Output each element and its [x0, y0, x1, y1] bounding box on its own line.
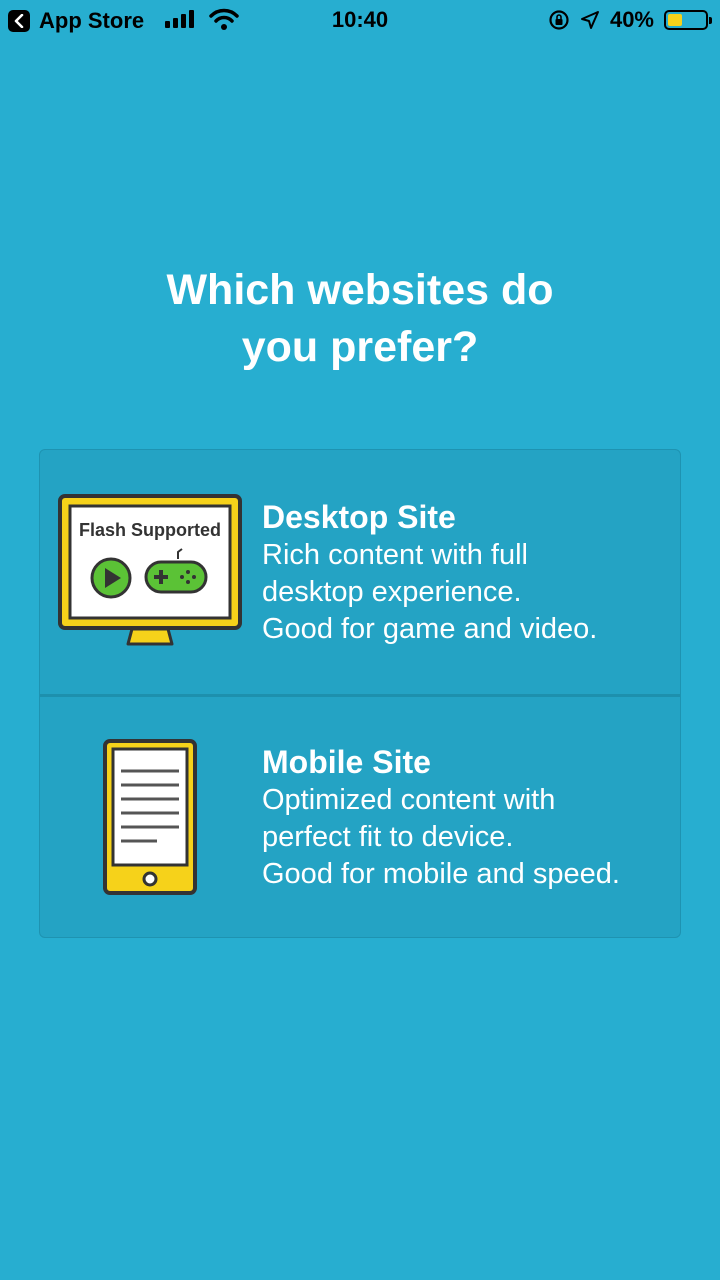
mobile-desc-line-1: Optimized content with	[262, 784, 556, 816]
mobile-desc-line-3: Good for mobile and speed.	[262, 858, 620, 890]
desktop-site-option[interactable]: Flash Supported Desktop Site Rich conten…	[40, 450, 680, 697]
mobile-phone-icon	[103, 739, 197, 895]
desktop-desc-line-3: Good for game and video.	[262, 613, 598, 645]
desktop-desc-line-1: Rich content with full	[262, 539, 528, 571]
mobile-site-option[interactable]: Mobile Site Optimized content with perfe…	[40, 694, 680, 937]
page-title: Which websites do you prefer?	[0, 262, 720, 376]
mobile-desc-line-2: perfect fit to device.	[262, 821, 514, 853]
desktop-desc-line-2: desktop experience.	[262, 576, 522, 608]
status-bar: App Store 10:40 40%	[0, 0, 720, 40]
battery-percent: 40%	[609, 7, 654, 32]
location-arrow-icon	[580, 11, 599, 29]
title-line-2: you prefer?	[241, 323, 479, 371]
desktop-monitor-icon: Flash Supported	[58, 494, 242, 646]
title-line-1: Which websites do	[166, 266, 554, 314]
mobile-site-title: Mobile Site	[262, 744, 431, 780]
battery-icon	[664, 10, 712, 30]
battery-fill	[668, 14, 682, 26]
desktop-site-title: Desktop Site	[262, 499, 456, 535]
flash-supported-label: Flash Supported	[79, 520, 221, 540]
site-options-card: Flash Supported Desktop Site Rich conten…	[39, 449, 681, 938]
rotation-lock-icon	[549, 10, 569, 30]
